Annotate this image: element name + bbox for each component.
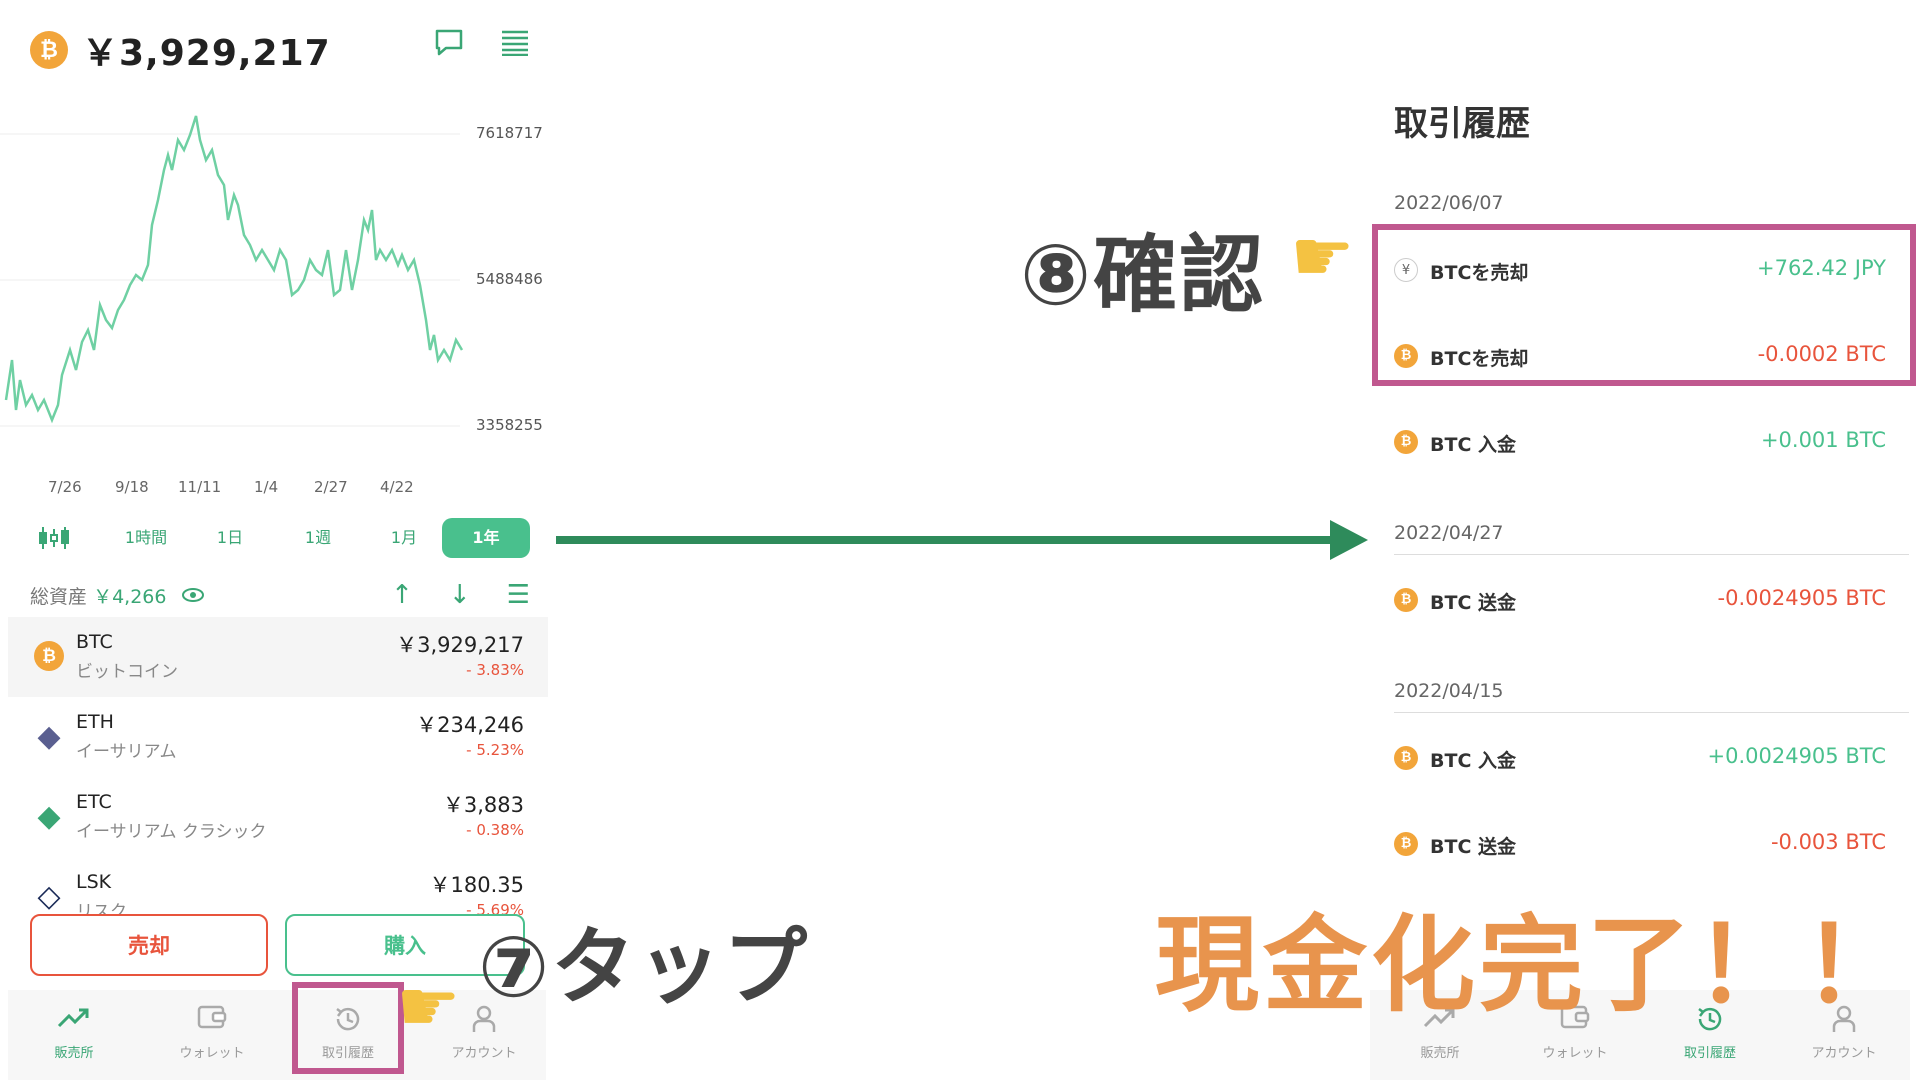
wallet-icon xyxy=(152,1004,272,1038)
pointing-hand-icon: ☛ xyxy=(396,964,461,1048)
asset-tools: ↑ ↓ ☰ xyxy=(391,580,530,610)
tab-wallet[interactable]: ウォレット xyxy=(152,1004,272,1061)
asset-symbol: LSK xyxy=(76,871,112,893)
history-label: BTC 送金 xyxy=(1430,592,1517,614)
lisk-icon: ◇ xyxy=(37,879,61,914)
asset-symbol: BTC xyxy=(76,631,113,653)
eye-icon[interactable] xyxy=(181,586,205,608)
tab-label: 取引履歴 xyxy=(1683,1046,1736,1061)
tab-label: 販売所 xyxy=(54,1046,94,1061)
list-item[interactable]: ₿ BTC ビットコイン ￥3,929,217 - 3.83% xyxy=(8,617,548,697)
chat-icon[interactable] xyxy=(434,28,464,62)
history-amount: +0.0024905 BTC xyxy=(1707,744,1887,768)
tab-label: ウォレット xyxy=(179,1046,245,1061)
list-icon[interactable]: ☰ xyxy=(507,580,530,610)
history-row[interactable]: ₿ BTC 送金 -0.003 BTC xyxy=(1394,824,1886,864)
x-tick: 4/22 xyxy=(380,478,414,496)
history-amount: -0.0024905 BTC xyxy=(1717,586,1886,610)
tab-label: 販売所 xyxy=(1420,1046,1460,1061)
x-tick: 1/4 xyxy=(254,478,279,496)
list-icon[interactable] xyxy=(500,28,530,62)
arrow-down-icon[interactable]: ↓ xyxy=(449,580,471,610)
bottom-tab-bar: 販売所 ウォレット 取引履歴 アカウント xyxy=(8,990,546,1080)
bitcoin-icon: ₿ xyxy=(1394,588,1418,612)
asset-name: ビットコイン xyxy=(76,662,178,682)
tab-1-month[interactable]: 1月 xyxy=(374,518,434,558)
y-tick: 7618717 xyxy=(476,124,543,142)
time-range-tabs: 1時間 1日 1週 1月 1年 xyxy=(30,518,530,558)
asset-price: ￥180.35 xyxy=(429,873,524,897)
header-bar: ₿ ￥3,929,217 xyxy=(30,24,530,76)
tab-1-year[interactable]: 1年 xyxy=(442,518,530,558)
total-assets: 総資産 ￥4,266 xyxy=(30,582,205,609)
asset-symbol: ETH xyxy=(76,711,114,733)
bitcoin-icon: ₿ xyxy=(1394,832,1418,856)
history-row[interactable]: ₿ BTC 送金 -0.0024905 BTC xyxy=(1394,580,1886,620)
list-item[interactable]: ◆ ETH イーサリアム ￥234,246 - 5.23% xyxy=(8,697,548,777)
tab-1-week[interactable]: 1週 xyxy=(288,518,348,558)
step-8-confirm-label: ⑧確認 xyxy=(1020,226,1266,324)
price-line xyxy=(4,115,464,424)
x-tick: 9/18 xyxy=(115,478,149,496)
asset-change: - 3.83% xyxy=(466,661,524,679)
history-label: BTC 送金 xyxy=(1430,836,1517,858)
asset-price: ￥3,883 xyxy=(442,793,524,817)
header-price: ￥3,929,217 xyxy=(82,33,331,74)
candlestick-icon[interactable] xyxy=(38,518,70,558)
flow-arrow xyxy=(556,536,1340,544)
asset-list: ₿ BTC ビットコイン ￥3,929,217 - 3.83% ◆ ETH イー… xyxy=(8,617,548,917)
y-tick: 5488486 xyxy=(476,270,543,288)
total-assets-value: ￥4,266 xyxy=(93,586,167,608)
x-tick: 11/11 xyxy=(178,478,222,496)
history-row[interactable]: ₿ BTC 入金 +0.001 BTC xyxy=(1394,422,1886,462)
history-amount: -0.003 BTC xyxy=(1770,830,1886,854)
cash-out-complete-label: 現金化完了！！ xyxy=(1155,904,1912,1026)
tab-sales[interactable]: 販売所 xyxy=(14,1004,134,1061)
asset-price: ￥234,246 xyxy=(416,713,524,737)
list-item[interactable]: ◆ ETC イーサリアム クラシック ￥3,883 - 0.38% xyxy=(8,777,548,857)
arrow-up-icon[interactable]: ↑ xyxy=(391,580,413,610)
asset-change: - 0.38% xyxy=(466,821,524,839)
history-label: BTC 入金 xyxy=(1430,750,1517,772)
asset-name: イーサリアム クラシック xyxy=(76,822,267,842)
total-assets-label: 総資産 xyxy=(30,586,88,608)
x-tick: 2/27 xyxy=(314,478,348,496)
tab-label: アカウント xyxy=(1811,1046,1877,1061)
asset-name: イーサリアム xyxy=(76,742,177,762)
left-phone-screen: ₿ ￥3,929,217 7618717 5488486 3358255 7/2… xyxy=(0,0,560,1080)
date-header: 2022/04/27 xyxy=(1394,522,1909,555)
ethereum-icon: ◆ xyxy=(37,719,61,754)
asset-symbol: ETC xyxy=(76,791,112,813)
history-row[interactable]: ₿ BTC 入金 +0.0024905 BTC xyxy=(1394,738,1886,778)
tab-label: ウォレット xyxy=(1542,1046,1608,1061)
tab-1-hour[interactable]: 1時間 xyxy=(106,518,186,558)
y-tick: 3358255 xyxy=(476,416,543,434)
trend-icon xyxy=(14,1004,134,1038)
sell-button[interactable]: 売却 xyxy=(30,914,268,976)
page-title: 取引履歴 xyxy=(1394,104,1530,144)
bitcoin-icon: ₿ xyxy=(1394,430,1418,454)
asset-change: - 5.23% xyxy=(466,741,524,759)
history-amount: +0.001 BTC xyxy=(1760,428,1886,452)
bitcoin-icon: ₿ xyxy=(34,641,64,671)
highlight-box-history-tab xyxy=(292,982,404,1074)
ethereum-classic-icon: ◆ xyxy=(37,799,61,834)
bitcoin-icon: ₿ xyxy=(30,31,68,69)
arrow-head-icon xyxy=(1330,520,1368,560)
bitcoin-icon: ₿ xyxy=(1394,746,1418,770)
highlight-box-sell-entries xyxy=(1372,224,1916,386)
price-chart xyxy=(0,115,464,427)
date-header: 2022/04/15 xyxy=(1394,680,1909,713)
x-tick: 7/26 xyxy=(48,478,82,496)
step-7-tap-label: ⑦タップ xyxy=(478,918,810,1016)
pointing-hand-icon: ☛ xyxy=(1290,214,1355,298)
list-item[interactable]: ◇ LSK リスク ￥180.35 - 5.69% xyxy=(8,857,548,917)
history-label: BTC 入金 xyxy=(1430,434,1517,456)
tab-1-day[interactable]: 1日 xyxy=(200,518,260,558)
date-header: 2022/06/07 xyxy=(1394,192,1909,225)
asset-price: ￥3,929,217 xyxy=(396,633,524,657)
